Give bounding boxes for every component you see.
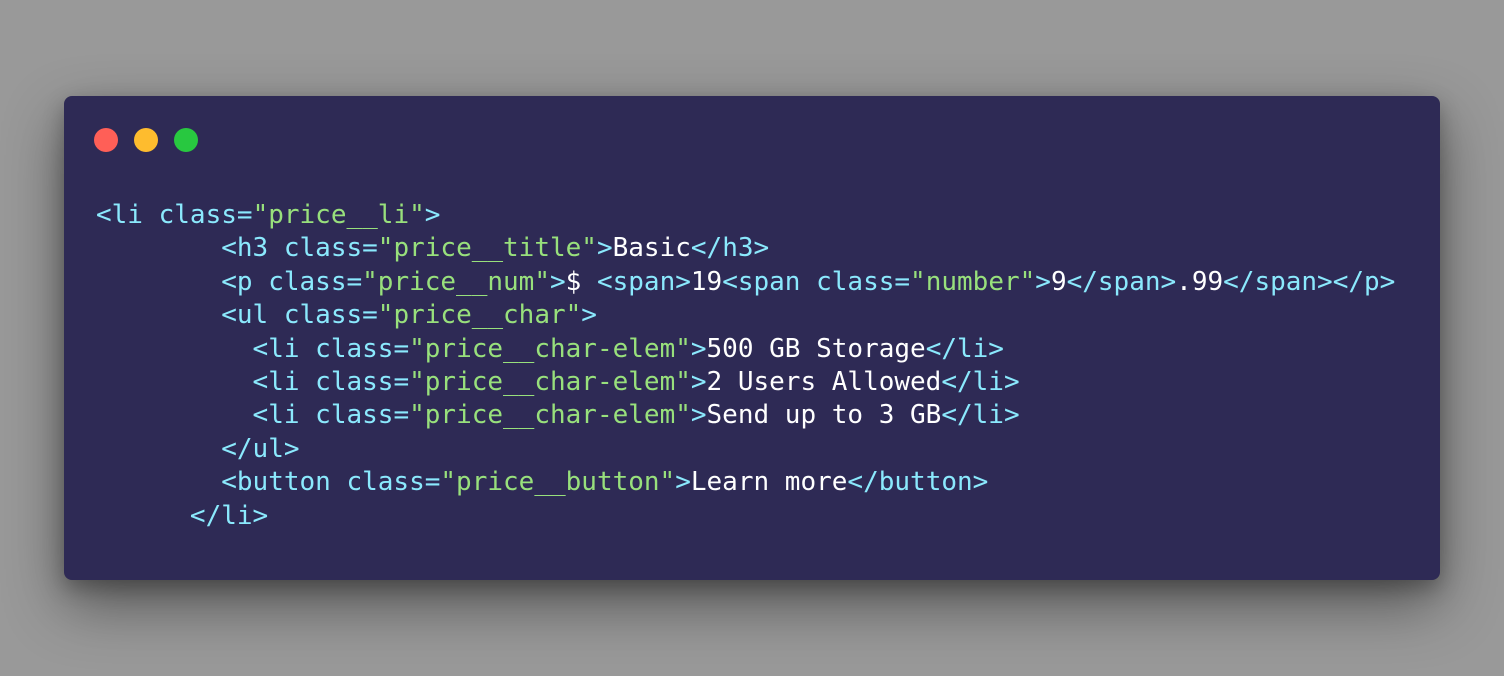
code-token-eq: = (393, 366, 410, 397)
code-block: <li class="price__li"> <h3 class="price_… (96, 199, 1395, 533)
code-token-attr: class (315, 333, 394, 364)
code-token-str: "price__char" (377, 300, 582, 331)
code-line: <li class="price__char-elem">Send up to … (96, 399, 1395, 432)
code-token-tag: </h3> (690, 233, 770, 264)
code-token-eq: = (362, 233, 378, 264)
code-line: </ul> (96, 433, 1395, 466)
code-token-eq: = (346, 266, 363, 297)
code-token-attr: class (346, 467, 425, 498)
code-token-attr: class (268, 266, 347, 297)
code-token-tag: <li (252, 333, 316, 364)
code-line: <h3 class="price__title">Basic</h3> (96, 232, 1395, 265)
code-token-txt: $ (565, 266, 597, 297)
code-line: <li class="price__char-elem">500 GB Stor… (96, 333, 1395, 366)
code-token-str: "price__char-elem" (409, 366, 691, 397)
code-token-tag: </button> (847, 467, 989, 498)
code-line: <button class="price__button">Learn more… (96, 466, 1395, 499)
code-token-eq: = (894, 266, 911, 297)
code-window: <li class="price__li"> <h3 class="price_… (64, 96, 1440, 580)
code-token-tag: > (690, 333, 707, 364)
code-token-tag: > (424, 200, 441, 230)
code-token-tag: > (690, 366, 707, 397)
code-line: <p class="price__num">$ <span>19<span cl… (96, 266, 1395, 299)
code-token-eq: = (424, 467, 441, 498)
code-token-eq: = (393, 400, 410, 431)
code-token-tag: <p (221, 266, 269, 297)
code-token-eq: = (362, 300, 378, 331)
code-line: </li> (96, 500, 1395, 533)
code-token-tag: <button (221, 467, 347, 498)
code-token-str: "price__title" (377, 233, 597, 264)
code-token-attr: class (283, 233, 363, 264)
code-token-tag: <span> (596, 266, 691, 297)
code-token-attr: class (315, 366, 394, 397)
code-token-txt: .99 (1176, 266, 1224, 297)
window-controls (94, 128, 198, 152)
code-token-tag: </li> (925, 333, 1004, 364)
code-token-str: "number" (910, 266, 1036, 297)
code-token-tag: <ul (221, 300, 284, 331)
code-token-attr: class (315, 400, 394, 431)
code-token-tag: </span></p> (1223, 266, 1396, 297)
code-token-str: "price__char-elem" (409, 333, 691, 364)
code-line: <li class="price__li"> (96, 199, 1395, 232)
code-token-tag: > (596, 233, 613, 264)
code-token-attr: class (158, 200, 237, 230)
code-token-tag: <h3 (221, 233, 284, 264)
code-token-str: "price__num" (362, 266, 550, 297)
code-token-txt: 2 Users Allowed (706, 366, 942, 397)
code-token-attr: class (816, 266, 895, 297)
code-token-txt: Send up to 3 GB (706, 400, 942, 431)
code-token-tag: </ul> (221, 433, 300, 464)
code-token-tag: > (581, 300, 597, 331)
code-token-tag: <li (252, 400, 316, 431)
code-token-tag: </span> (1066, 266, 1177, 297)
code-token-tag: </li> (941, 366, 1020, 397)
minimize-dot-icon[interactable] (134, 128, 158, 152)
code-token-eq: = (393, 333, 410, 364)
code-token-str: "price__button" (440, 467, 676, 498)
code-token-txt: Basic (612, 233, 691, 264)
close-dot-icon[interactable] (94, 128, 118, 152)
code-token-txt: Learn more (690, 467, 848, 498)
code-token-tag: <span (722, 266, 817, 297)
code-token-tag: </li> (941, 400, 1020, 431)
code-line: <ul class="price__char"> (96, 299, 1395, 332)
code-token-tag: > (549, 266, 566, 297)
code-token-tag: <li (96, 200, 159, 230)
code-token-tag: > (1035, 266, 1051, 297)
code-token-tag: <li (252, 366, 316, 397)
code-token-tag: > (690, 400, 707, 431)
code-token-txt: 9 (1050, 266, 1067, 297)
maximize-dot-icon[interactable] (174, 128, 198, 152)
code-token-tag: > (675, 467, 691, 498)
code-token-eq: = (236, 200, 253, 230)
code-token-attr: class (283, 300, 363, 331)
code-token-txt: 500 GB Storage (706, 333, 926, 364)
code-line: <li class="price__char-elem">2 Users All… (96, 366, 1395, 399)
code-token-str: "price__li" (252, 200, 425, 230)
code-token-txt: 19 (690, 266, 723, 297)
code-token-str: "price__char-elem" (409, 400, 691, 431)
code-token-tag: </li> (189, 500, 269, 531)
